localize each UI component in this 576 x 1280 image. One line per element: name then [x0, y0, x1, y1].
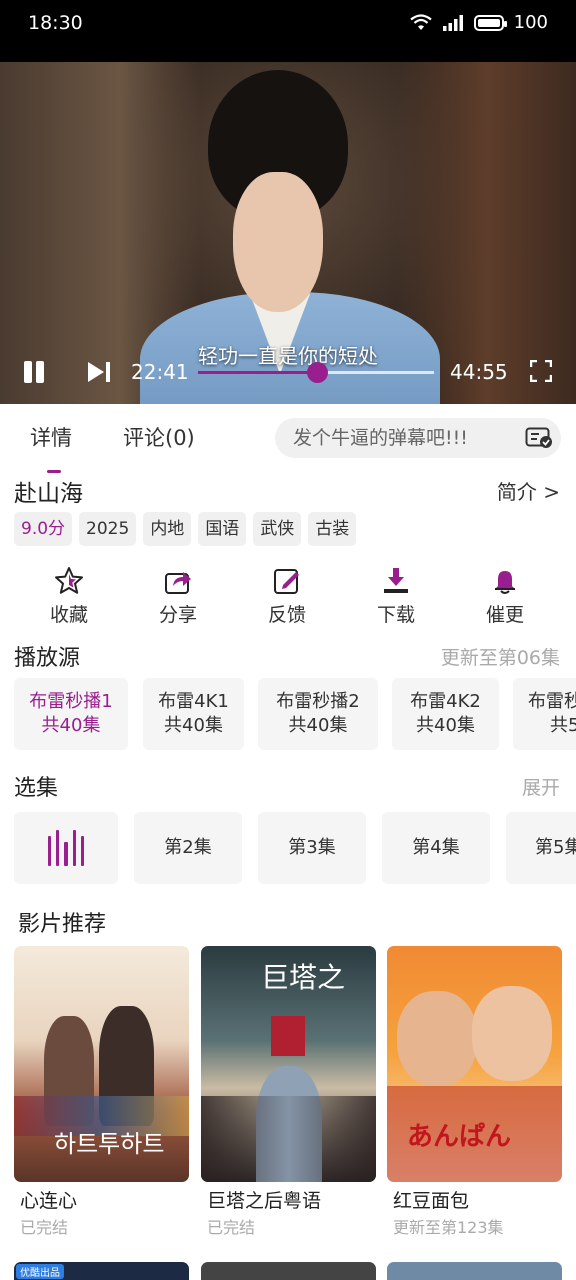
- feedback-icon: [274, 569, 299, 594]
- poster-image: 巨塔之: [201, 946, 376, 1182]
- urge-update-label: 催更: [485, 604, 524, 626]
- source-item-2[interactable]: 布雷4K1 共40集: [143, 678, 244, 750]
- sources-update: 更新至第06集: [440, 647, 560, 669]
- bell-icon: [495, 571, 515, 594]
- signal-icon: [442, 14, 463, 31]
- rating-tag: 9.0分: [14, 512, 73, 546]
- source-item-3[interactable]: 布雷秒播2 共40集: [258, 678, 378, 750]
- danmu-placeholder: 发个牛逼的弹幕吧!!!: [293, 427, 468, 449]
- recommend-status: 已完结: [207, 1218, 256, 1237]
- video-figure-face: [233, 172, 323, 312]
- source-count: 共40集: [416, 715, 475, 736]
- share-label: 分享: [158, 604, 197, 626]
- language-tag: 国语: [198, 512, 247, 546]
- recommend-header: 影片推荐: [0, 906, 576, 940]
- sources-header: 播放源 更新至第06集: [0, 640, 576, 674]
- source-item-4[interactable]: 布雷4K2 共40集: [392, 678, 499, 750]
- video-player[interactable]: 轻功一直是你的短处 22:41 44:55: [0, 62, 576, 404]
- next-episode-icon[interactable]: [86, 360, 112, 384]
- source-name: 布雷秒: [528, 691, 576, 712]
- download-button[interactable]: 下载: [356, 566, 436, 627]
- recommend-title-text: 巨塔之后粤语: [207, 1190, 322, 1212]
- tab-comments[interactable]: 评论(0): [123, 422, 195, 452]
- favorite-label: 收藏: [49, 604, 88, 626]
- progress-bar[interactable]: [198, 362, 434, 383]
- intro-link[interactable]: 简介 >: [497, 476, 560, 505]
- pause-button[interactable]: [22, 359, 48, 385]
- detail-tabs: 详情 评论(0) 发个牛逼的弹幕吧!!!: [0, 404, 576, 470]
- status-icons: 100: [409, 12, 548, 33]
- recommend-title-text: 心连心: [20, 1190, 78, 1212]
- recommend-status: 更新至第123集: [393, 1218, 504, 1237]
- progress-fill: [198, 371, 318, 374]
- sources-title: 播放源: [14, 646, 81, 671]
- download-label: 下载: [376, 604, 415, 626]
- episode-item-3[interactable]: 第3集: [258, 812, 366, 884]
- poster-image: 하트투하트: [14, 946, 189, 1182]
- episodes-header: 选集 展开: [0, 770, 576, 804]
- current-time: 22:41: [131, 360, 189, 384]
- show-tags: 9.0分 2025 内地 国语 武侠 古装: [14, 512, 357, 546]
- star-icon: [55, 567, 83, 594]
- total-time: 44:55: [450, 360, 508, 384]
- urge-update-button[interactable]: 催更: [465, 566, 545, 627]
- progress-knob[interactable]: [307, 362, 329, 383]
- show-title: 赴山海: [14, 481, 83, 507]
- source-name: 布雷4K1: [158, 691, 229, 712]
- poster-title-text: 하트투하트: [54, 1130, 165, 1158]
- episode-item-2[interactable]: 第2集: [134, 812, 242, 884]
- region-tag: 内地: [143, 512, 192, 546]
- recommend-card-5-partial[interactable]: [201, 1262, 376, 1280]
- source-name: 布雷秒播1: [29, 691, 113, 712]
- source-name: 布雷秒播2: [276, 691, 360, 712]
- episode-item-playing[interactable]: [14, 812, 118, 884]
- source-count: 共40集: [41, 715, 101, 736]
- tab-details[interactable]: 详情: [30, 422, 72, 452]
- source-count: 共40集: [164, 715, 223, 736]
- episode-item-5[interactable]: 第5集: [506, 812, 576, 884]
- episode-list: 第2集 第3集 第4集 第5集: [14, 812, 576, 886]
- share-icon: [165, 572, 191, 594]
- source-item-5[interactable]: 布雷秒 共5: [513, 678, 576, 750]
- show-title-row: 赴山海 简介 >: [0, 470, 576, 510]
- source-item-1[interactable]: 布雷秒播1 共40集: [14, 678, 128, 750]
- genre-tag-2: 古装: [308, 512, 357, 546]
- download-icon: [384, 568, 408, 593]
- source-name: 布雷4K2: [410, 691, 481, 712]
- episode-item-4[interactable]: 第4集: [382, 812, 490, 884]
- source-count: 共40集: [288, 715, 348, 736]
- recommend-title-text: 红豆面包: [393, 1190, 470, 1212]
- episodes-title: 选集: [14, 776, 59, 801]
- feedback-button[interactable]: 反馈: [247, 566, 327, 627]
- genre-tag: 武侠: [253, 512, 302, 546]
- recommend-title: 影片推荐: [18, 912, 107, 937]
- playing-indicator-icon: [48, 830, 85, 866]
- status-time: 18:30: [28, 12, 83, 34]
- action-bar: 收藏 分享 反馈 下载 催更: [0, 566, 576, 632]
- danmu-input[interactable]: 发个牛逼的弹幕吧!!!: [275, 418, 561, 458]
- fullscreen-icon[interactable]: [530, 360, 552, 382]
- title-accent: [47, 470, 61, 473]
- recommend-card-6-partial[interactable]: [387, 1262, 562, 1280]
- player-controls: 22:41 44:55: [0, 352, 576, 392]
- battery-icon: [473, 14, 507, 31]
- poster-title-text: あんぱん: [407, 1122, 512, 1152]
- expand-button[interactable]: 展开: [522, 773, 560, 800]
- recommend-status: 已完结: [20, 1218, 69, 1237]
- source-list: 布雷秒播1 共40集 布雷4K1 共40集 布雷秒播2 共40集 布雷4K2 共…: [14, 678, 576, 752]
- share-button[interactable]: 分享: [138, 566, 218, 627]
- danmu-settings-icon[interactable]: [525, 427, 553, 449]
- wifi-icon: [409, 13, 432, 30]
- favorite-button[interactable]: 收藏: [29, 566, 109, 627]
- year-tag: 2025: [79, 512, 137, 546]
- source-count: 共5: [550, 715, 576, 736]
- battery-level: 100: [513, 12, 548, 33]
- poster-image: あんぱん: [387, 946, 562, 1182]
- status-bar: 18:30 100: [0, 0, 576, 62]
- youku-badge: 优酷出品: [16, 1264, 64, 1279]
- feedback-label: 反馈: [267, 604, 306, 626]
- recommend-card-4-partial[interactable]: 优酷出品: [14, 1262, 189, 1280]
- poster-title-text: 巨塔之: [261, 961, 346, 994]
